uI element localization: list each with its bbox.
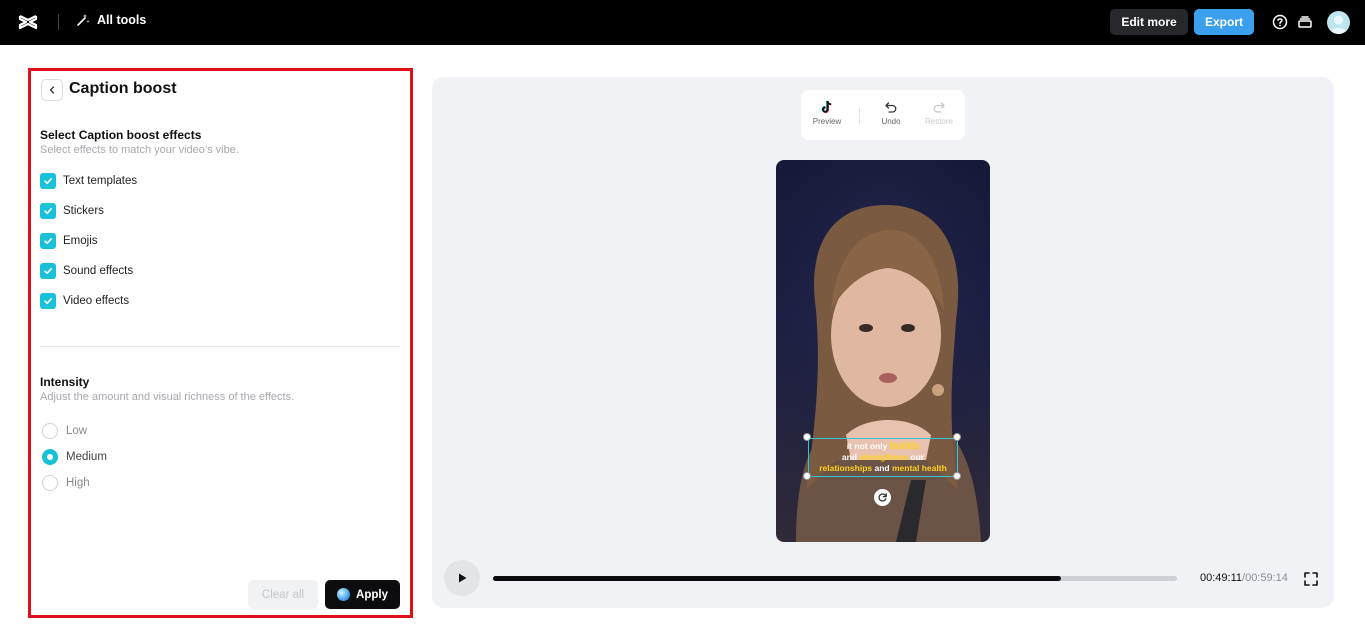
intensity-section-title: Intensity xyxy=(40,375,90,389)
caption-line-3: relationships and mental health xyxy=(819,463,947,474)
top-divider xyxy=(58,14,59,30)
resize-handle-bottom-right[interactable] xyxy=(953,472,961,480)
effect-label: Video effects xyxy=(63,295,130,307)
caption-text-box[interactable]: it not only builds and strengthens our r… xyxy=(808,438,958,477)
checkbox-checked[interactable] xyxy=(40,203,56,219)
rotate-icon xyxy=(878,493,887,502)
all-tools-label: All tools xyxy=(97,13,147,27)
effects-section-title: Select Caption boost effects xyxy=(40,128,202,142)
intensity-option-high[interactable]: High xyxy=(42,475,90,491)
apply-label: Apply xyxy=(356,588,388,601)
caption-text: our xyxy=(908,452,925,462)
layers-stack-icon[interactable] xyxy=(1296,13,1314,31)
caption-highlight: strengthens xyxy=(859,452,909,462)
effects-section-subtitle: Select effects to match your video’s vib… xyxy=(40,144,239,156)
intensity-option-low[interactable]: Low xyxy=(42,423,87,439)
play-icon xyxy=(459,573,467,583)
help-icon[interactable] xyxy=(1271,13,1289,31)
caption-text: and xyxy=(872,463,892,473)
redo-icon xyxy=(933,102,945,113)
checkbox-checked[interactable] xyxy=(40,293,56,309)
fullscreen-icon[interactable] xyxy=(1303,571,1319,587)
restore-button[interactable]: Restore xyxy=(917,100,961,126)
playback-progress-fill xyxy=(493,576,1061,581)
undo-label: Undo xyxy=(881,117,901,126)
effect-label: Stickers xyxy=(63,205,104,217)
section-divider xyxy=(40,346,400,347)
avatar[interactable] xyxy=(1327,11,1350,34)
intensity-label: Medium xyxy=(66,451,107,463)
radio-button-selected[interactable] xyxy=(42,449,58,465)
preview-button[interactable]: Preview xyxy=(805,100,849,126)
intensity-label: High xyxy=(66,477,90,489)
undo-button[interactable]: Undo xyxy=(869,100,913,126)
resize-handle-bottom-left[interactable] xyxy=(803,472,811,480)
caption-text: it not only xyxy=(846,441,890,451)
checkmark-icon xyxy=(44,298,52,305)
intensity-option-medium[interactable]: Medium xyxy=(42,449,107,465)
capcut-logo-icon[interactable] xyxy=(17,11,39,33)
effect-option-video-effects[interactable]: Video effects xyxy=(40,293,129,309)
resize-handle-top-right[interactable] xyxy=(953,433,961,441)
user-avatar-icon xyxy=(1330,15,1347,34)
intensity-section-subtitle: Adjust the amount and visual richness of… xyxy=(40,391,295,403)
preview-toolbar: Preview Undo Restore xyxy=(801,90,965,140)
checkmark-icon xyxy=(44,268,52,275)
undo-icon xyxy=(885,102,897,113)
apply-button[interactable]: Apply xyxy=(325,580,400,609)
top-bar: All tools Edit more Export xyxy=(0,0,1365,45)
toolbar-separator xyxy=(859,108,860,124)
back-button[interactable] xyxy=(41,79,63,101)
checkmark-icon xyxy=(44,238,52,245)
restore-label: Restore xyxy=(924,117,953,126)
preview-label: Preview xyxy=(812,117,842,126)
checkbox-checked[interactable] xyxy=(40,263,56,279)
effect-option-stickers[interactable]: Stickers xyxy=(40,203,104,219)
resize-handle-top-left[interactable] xyxy=(803,433,811,441)
radio-button[interactable] xyxy=(42,475,58,491)
magic-wand-icon xyxy=(77,14,90,26)
edit-more-button[interactable]: Edit more xyxy=(1110,9,1188,35)
effect-label: Emojis xyxy=(63,235,98,247)
intensity-label: Low xyxy=(66,425,88,437)
preview-area: Preview Undo Restore it not only builds … xyxy=(432,77,1334,608)
clear-all-button[interactable]: Clear all xyxy=(248,580,318,609)
effect-option-sound-effects[interactable]: Sound effects xyxy=(40,263,133,279)
panel-title: Caption boost xyxy=(69,80,177,97)
caption-highlight: mental health xyxy=(891,463,947,473)
caption-highlight: relationships xyxy=(819,463,873,473)
caption-boost-panel: Caption boost Select Caption boost effec… xyxy=(28,68,413,618)
export-button[interactable]: Export xyxy=(1194,9,1254,35)
video-still-girl-speaking xyxy=(776,160,990,542)
caption-highlight: builds xyxy=(889,441,920,452)
chevron-left-icon xyxy=(49,86,55,94)
total-time: /00:59:14 xyxy=(1242,572,1288,584)
tiktok-icon xyxy=(821,100,832,114)
time-readout: 00:49:11/00:59:14 xyxy=(1200,572,1288,584)
caption-line-1: it not only builds xyxy=(847,441,919,452)
playback-progress-bar[interactable] xyxy=(493,576,1177,581)
effect-option-emojis[interactable]: Emojis xyxy=(40,233,98,249)
current-time: 00:49:11 xyxy=(1200,572,1243,584)
checkmark-icon xyxy=(44,178,52,185)
play-button[interactable] xyxy=(444,560,480,596)
rotate-handle[interactable] xyxy=(874,489,891,506)
checkmark-icon xyxy=(44,208,52,215)
effect-option-text-templates[interactable]: Text templates xyxy=(40,173,137,189)
video-frame[interactable]: it not only builds and strengthens our r… xyxy=(776,160,990,542)
effect-label: Text templates xyxy=(63,175,138,187)
checkbox-checked[interactable] xyxy=(40,233,56,249)
effect-label: Sound effects xyxy=(63,265,134,277)
ai-orb-icon xyxy=(337,588,351,601)
radio-button[interactable] xyxy=(42,423,58,439)
caption-text: and xyxy=(841,452,860,462)
caption-line-2: and strengthens our xyxy=(842,452,924,463)
checkbox-checked[interactable] xyxy=(40,173,56,189)
all-tools-button[interactable]: All tools xyxy=(76,13,146,27)
